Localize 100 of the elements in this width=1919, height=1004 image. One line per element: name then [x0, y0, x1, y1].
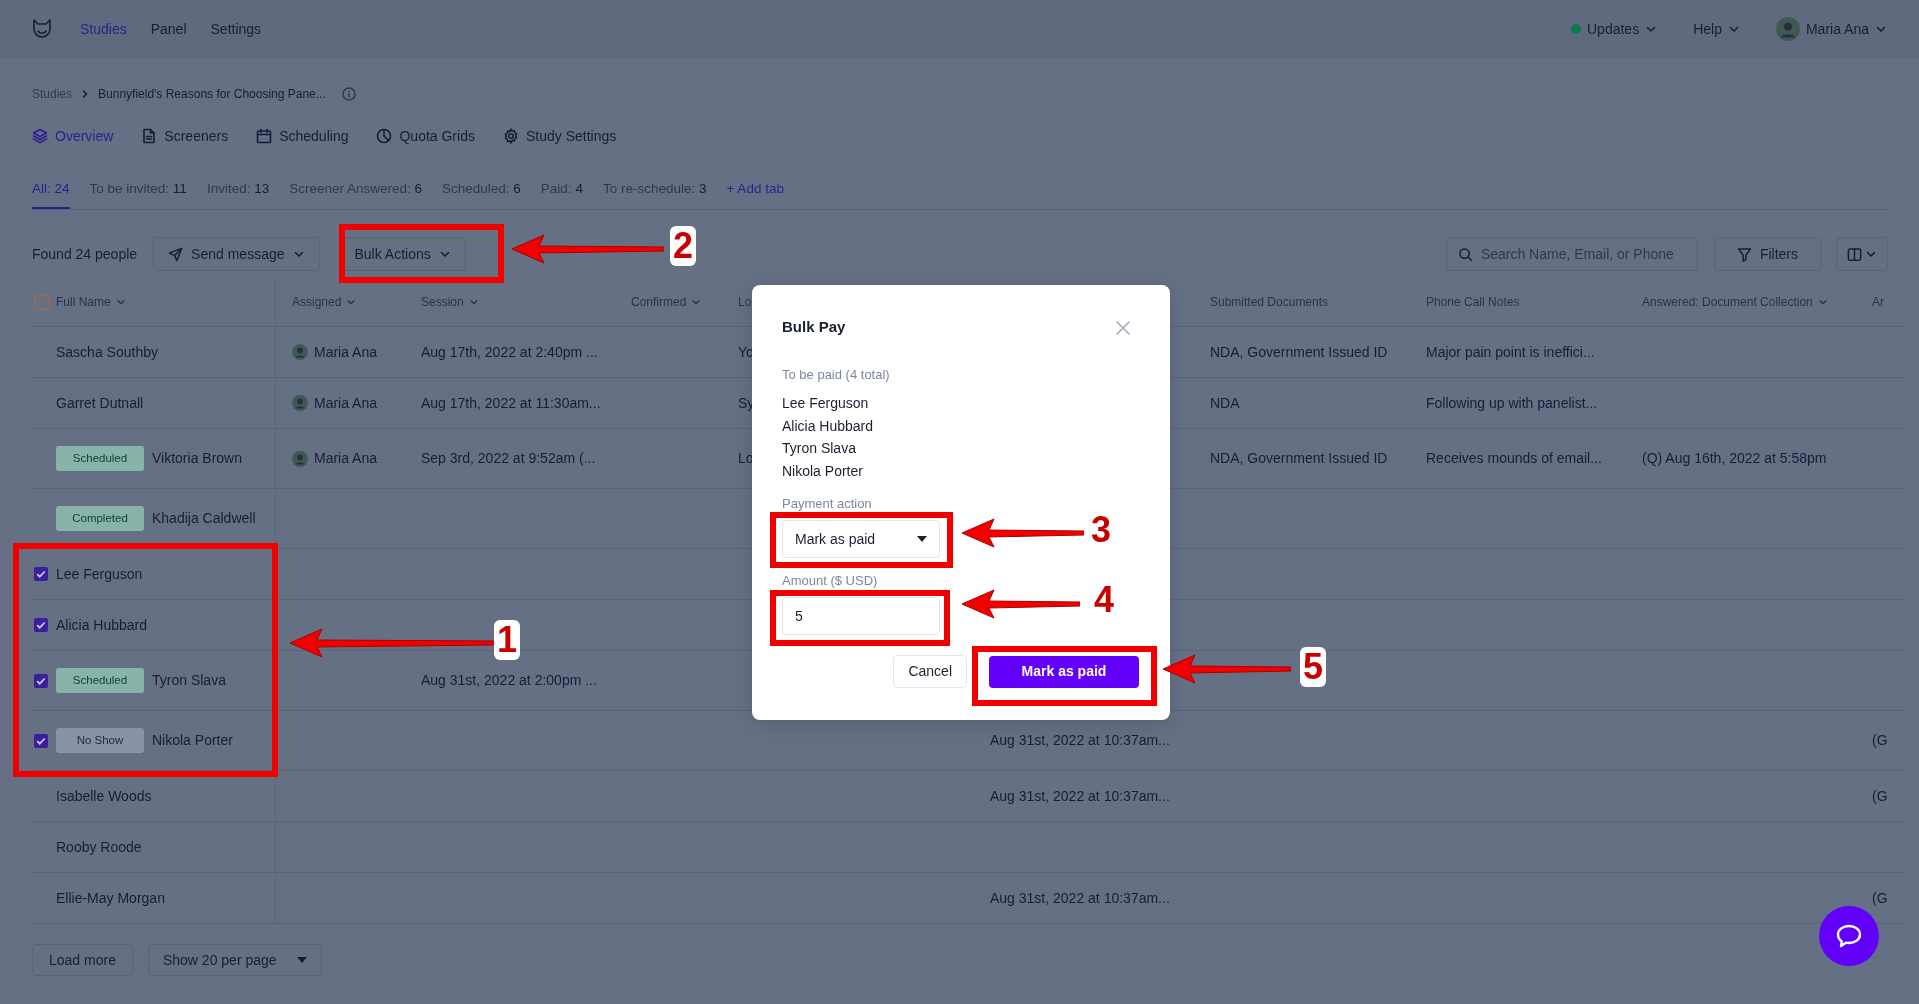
column-header: Lo: [738, 293, 752, 311]
participant-name[interactable]: Nikola Porter: [152, 730, 233, 751]
participant-name[interactable]: Alicia Hubbard: [56, 614, 148, 636]
table-cell-text: Aug 31st, 2022 at 2:00pm ...: [421, 671, 597, 690]
logo-icon: [31, 17, 53, 41]
participant-name[interactable]: Garret Dutnall: [56, 392, 144, 414]
filter-tab[interactable]: All: 24: [32, 179, 70, 209]
table-cell-text: Major pain point is ineffici...: [1426, 342, 1595, 362]
send-message-button[interactable]: Send message: [153, 237, 320, 271]
status-tag: Scheduled: [56, 667, 144, 694]
row-checkbox[interactable]: [34, 567, 48, 581]
filter-tab[interactable]: To be invited: 11: [89, 179, 187, 209]
load-more-button[interactable]: Load more: [32, 944, 133, 976]
status-tag: No Show: [56, 727, 144, 754]
participant-name[interactable]: Tyron Slava: [152, 670, 226, 691]
table-cell-text: Aug 31st, 2022 at 10:37am...: [990, 731, 1170, 750]
filters-button[interactable]: Filters: [1713, 237, 1821, 271]
confirm-button[interactable]: Mark as paid: [989, 655, 1139, 688]
assignee-name: Maria Ana: [314, 342, 378, 362]
table-cell-text: (Q) Aug 16th, 2022 at 5:58pm: [1642, 449, 1827, 468]
column-header[interactable]: Confirmed: [631, 292, 702, 311]
chat-button[interactable]: [1819, 906, 1879, 966]
table-cell-text: (G: [1872, 888, 1888, 908]
row-checkbox[interactable]: [34, 618, 48, 632]
page-size-select[interactable]: Show 20 per page: [147, 944, 322, 976]
nav-link[interactable]: Panel: [150, 18, 187, 40]
column-header[interactable]: Assigned: [292, 292, 357, 311]
status-dot-icon: [1571, 24, 1581, 34]
amount-input[interactable]: 5: [782, 597, 940, 635]
participant-name[interactable]: Ellie-May Morgan: [56, 887, 165, 909]
assignee-name: Maria Ana: [314, 449, 378, 468]
table-cell-text: Receives mounds of email...: [1426, 449, 1602, 468]
avatar-icon: [292, 395, 308, 411]
cancel-button[interactable]: Cancel: [893, 655, 967, 688]
study-tab[interactable]: Overview: [32, 125, 114, 147]
table-cell-text: NDA: [1210, 393, 1240, 413]
speech-bubble-icon: [1835, 923, 1863, 949]
field-label: Amount ($ USD): [782, 573, 878, 588]
study-tab[interactable]: Scheduling: [256, 125, 349, 147]
table-cell-text: Following up with panelist...: [1426, 393, 1598, 413]
payee-name: Alicia Hubbard: [782, 416, 875, 436]
participant-name[interactable]: Isabelle Woods: [56, 785, 152, 807]
paper-plane-icon: [168, 246, 184, 262]
study-tab[interactable]: Quota Grids: [376, 125, 475, 147]
user-menu[interactable]: Maria Ana: [1775, 17, 1887, 41]
payee-name: Tyron Slava: [782, 439, 857, 458]
funnel-icon: [1736, 246, 1752, 262]
columns-button[interactable]: [1836, 237, 1888, 271]
status-tag: Scheduled: [56, 445, 144, 472]
search-input[interactable]: Search Name, Email, or Phone: [1445, 237, 1698, 271]
add-tab-link[interactable]: + Add tab: [726, 179, 784, 209]
column-header[interactable]: Answered: Document Collection: [1642, 292, 1828, 311]
row-checkbox[interactable]: [34, 673, 48, 688]
payment-action-select[interactable]: Mark as paid: [782, 520, 940, 558]
avatar-icon: [292, 344, 308, 360]
nav-link[interactable]: Settings: [210, 18, 262, 40]
column-header: Ar: [1872, 293, 1884, 311]
filter-tab[interactable]: Invited: 13: [206, 179, 270, 209]
participant-name[interactable]: Viktoria Brown: [152, 448, 242, 469]
avatar-icon: [1775, 17, 1800, 41]
status-tag: Completed: [56, 505, 144, 532]
table-cell-text: NDA, Government Issued ID: [1210, 342, 1388, 362]
nav-menu[interactable]: Updates: [1571, 18, 1658, 40]
participant-name[interactable]: Lee Ferguson: [56, 563, 143, 585]
table-cell-text: NDA, Government Issued ID: [1210, 449, 1388, 468]
result-count: Found 24 people: [32, 244, 138, 264]
annotation-number: 2: [670, 226, 697, 266]
filter-tab[interactable]: Paid: 4: [540, 179, 583, 209]
filter-tab[interactable]: To re-schedule: 3: [602, 179, 707, 209]
assignee-name: Maria Ana: [314, 393, 378, 413]
participant-name[interactable]: Sascha Southby: [56, 341, 158, 363]
annotation-number: 1: [494, 620, 521, 660]
payee-name: Lee Ferguson: [782, 394, 870, 413]
participant-name[interactable]: Khadija Caldwell: [152, 508, 256, 529]
calendar-icon: [256, 128, 273, 144]
table-cell-text: (G: [1872, 786, 1888, 806]
table-cell-text: (G: [1872, 731, 1888, 750]
table-cell-text: Aug 17th, 2022 at 11:30am...: [421, 393, 601, 413]
column-header[interactable]: Session: [421, 292, 479, 311]
avatar-icon: [292, 450, 308, 467]
study-tab[interactable]: Study Settings: [502, 125, 617, 147]
payee-name: Nikola Porter: [782, 461, 864, 481]
nav-menu[interactable]: Help: [1693, 18, 1740, 40]
caret-down-icon: [296, 957, 307, 963]
participant-name[interactable]: Rooby Roode: [56, 836, 142, 858]
column-header[interactable]: Full Name: [56, 292, 126, 311]
breadcrumb-link[interactable]: Studies: [32, 85, 73, 103]
select-all-checkbox[interactable]: [34, 293, 50, 310]
caret-down-icon: [917, 536, 927, 542]
info-icon: [341, 87, 356, 101]
field-label: Payment action: [782, 496, 872, 511]
table-cell-text: Sep 3rd, 2022 at 9:52am (...: [421, 449, 596, 468]
filter-tab[interactable]: Screener Answered: 6: [289, 179, 423, 209]
columns-icon: [1847, 246, 1862, 262]
nav-link[interactable]: Studies: [80, 18, 127, 40]
study-tab[interactable]: Screeners: [141, 125, 229, 147]
filter-tab[interactable]: Scheduled: 6: [442, 179, 521, 209]
row-checkbox[interactable]: [34, 733, 48, 748]
column-header: Phone Call Notes: [1426, 293, 1520, 311]
document-icon: [141, 128, 158, 144]
